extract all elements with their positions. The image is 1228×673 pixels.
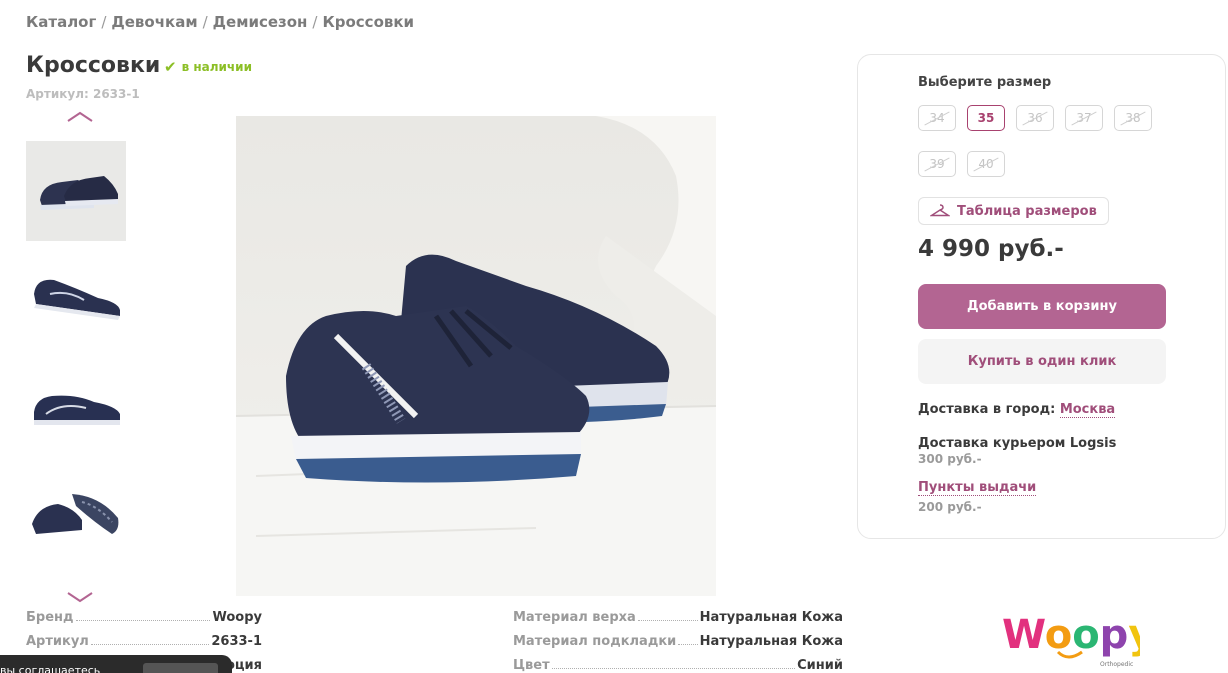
size-option-40: 40 (967, 151, 1005, 177)
main-product-photo[interactable] (236, 116, 716, 596)
spec-row: Бренд Woopy (26, 610, 262, 634)
breadcrumb-girls[interactable]: Девочкам (111, 13, 197, 31)
breadcrumb-demiseason[interactable]: Демисезон (213, 13, 308, 31)
stock-status: ✔ в наличии (164, 58, 252, 76)
size-table-label: Таблица размеров (957, 203, 1097, 219)
one-click-buy-button[interactable]: Купить в один клик (918, 339, 1166, 384)
specs-table-right: Материал верха Натуральная Кожа Материал… (513, 610, 843, 673)
chevron-up-icon[interactable] (66, 110, 94, 124)
courier-delivery: Доставка курьером Logsis (918, 436, 1117, 451)
breadcrumb-separator: / (312, 13, 318, 31)
size-selector: 34 35 36 37 38 39 40 (918, 105, 1178, 177)
size-option-37: 37 (1065, 105, 1103, 131)
breadcrumb-catalog[interactable]: Каталог (26, 13, 96, 31)
courier-price: 300 руб.- (918, 452, 982, 466)
spec-dots (75, 610, 211, 621)
spec-value: 2633-1 (211, 634, 262, 649)
spec-label: Цвет (513, 658, 550, 673)
spec-dots (637, 610, 698, 621)
page-title: Кроссовки (26, 53, 161, 78)
spec-label: Бренд (26, 610, 74, 625)
delivery-city: Доставка в город: Москва (918, 402, 1116, 418)
purchase-panel: Выберите размер 34 35 36 37 38 39 40 Таб… (857, 54, 1226, 539)
spec-dots (678, 634, 698, 645)
pickup-points-link[interactable]: Пункты выдачи (918, 480, 1037, 496)
add-to-cart-button[interactable]: Добавить в корзину (918, 284, 1166, 329)
spec-dots (551, 658, 796, 669)
spec-value: Woopy (212, 610, 262, 625)
breadcrumb-separator: / (202, 13, 208, 31)
size-selector-title: Выберите размер (918, 75, 1052, 90)
cookie-accept-button[interactable] (143, 663, 218, 673)
spec-value: Натуральная Кожа (699, 634, 843, 649)
spec-dots (90, 634, 210, 645)
brand-logo: Woopy Orthopedic (1000, 600, 1140, 670)
size-option-39: 39 (918, 151, 956, 177)
hanger-icon (930, 204, 950, 218)
size-table-button[interactable]: Таблица размеров (918, 197, 1109, 225)
spec-label: Материал подкладки (513, 634, 677, 649)
cookie-banner: вы соглашаетесь (0, 655, 232, 673)
thumbnail-1[interactable] (26, 141, 126, 241)
spec-value: Синий (797, 658, 843, 673)
thumbnail-list (26, 141, 126, 573)
stock-label: в наличии (181, 60, 252, 74)
pickup-price: 200 руб.- (918, 500, 982, 514)
thumbnail-3[interactable] (26, 357, 126, 457)
thumbnail-4[interactable] (26, 465, 126, 565)
size-option-35[interactable]: 35 (967, 105, 1005, 131)
spec-label: Артикул (26, 634, 89, 649)
size-option-38: 38 (1114, 105, 1152, 131)
breadcrumb-sneakers[interactable]: Кроссовки (322, 13, 414, 31)
cookie-text: вы соглашаетесь (0, 664, 101, 673)
spec-row: Материал подкладки Натуральная Кожа (513, 634, 843, 658)
product-sku: Артикул: 2633-1 (26, 87, 140, 101)
spec-label: Материал верха (513, 610, 636, 625)
delivery-city-link[interactable]: Москва (1059, 402, 1116, 418)
thumbnail-2[interactable] (26, 249, 126, 349)
spec-row: Материал верха Натуральная Кожа (513, 610, 843, 634)
size-option-36: 36 (1016, 105, 1054, 131)
svg-text:Orthopedic: Orthopedic (1100, 661, 1133, 668)
chevron-down-icon[interactable] (66, 590, 94, 604)
breadcrumb: Каталог / Девочкам / Демисезон / Кроссовки (26, 13, 414, 31)
svg-text:Woopy: Woopy (1002, 612, 1140, 658)
check-icon: ✔ (164, 58, 177, 76)
spec-row: Цвет Синий (513, 658, 843, 673)
breadcrumb-separator: / (101, 13, 107, 31)
size-option-34: 34 (918, 105, 956, 131)
spec-value: Натуральная Кожа (699, 610, 843, 625)
delivery-city-label: Доставка в город: (918, 402, 1056, 417)
product-price: 4 990 руб.- (918, 236, 1064, 262)
